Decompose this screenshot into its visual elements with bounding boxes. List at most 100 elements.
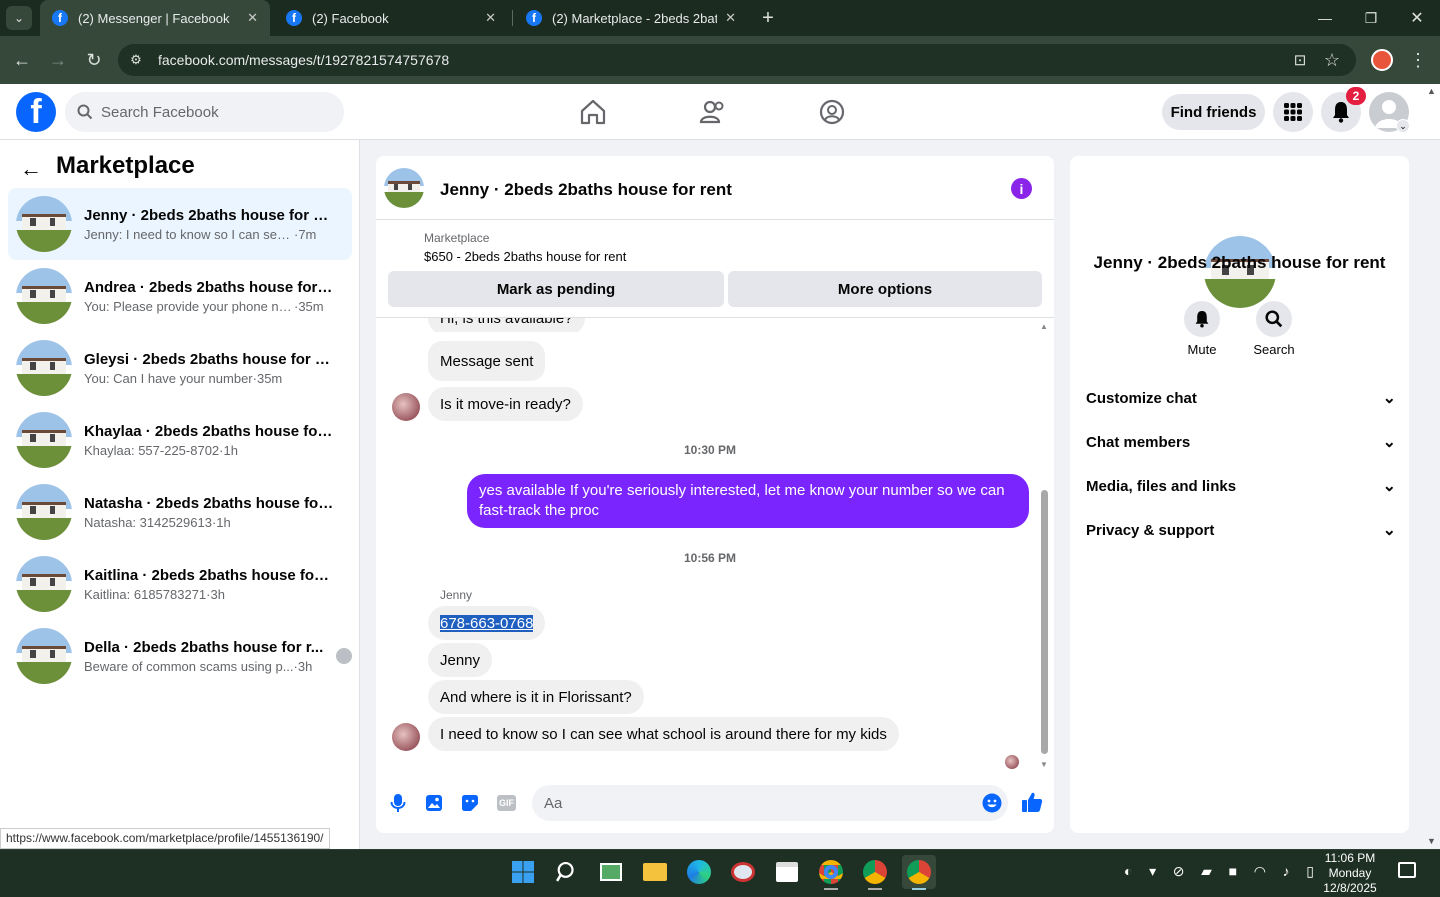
groups-icon[interactable] bbox=[817, 97, 847, 127]
tray-folder-icon[interactable]: ▰ bbox=[1201, 863, 1212, 880]
tab-divider bbox=[512, 10, 513, 26]
search-input[interactable]: Search Facebook bbox=[65, 92, 344, 132]
conversation-time: ·35m bbox=[294, 298, 324, 314]
tab-facebook[interactable]: f (2) Facebook ✕ bbox=[274, 0, 508, 36]
sender-avatar[interactable] bbox=[392, 393, 420, 421]
tab-marketplace[interactable]: f (2) Marketplace - 2beds 2baths ✕ bbox=[514, 0, 748, 36]
tray-app-icon[interactable]: ◐ bbox=[1124, 863, 1132, 880]
photo-icon[interactable] bbox=[425, 794, 443, 812]
message-input[interactable]: Aa bbox=[532, 785, 1008, 821]
search-chat-button[interactable] bbox=[1256, 301, 1292, 337]
message-bubble[interactable]: 678-663-0768 bbox=[428, 606, 546, 640]
friends-icon[interactable] bbox=[698, 97, 728, 127]
chrome-icon[interactable] bbox=[816, 857, 846, 887]
store-icon[interactable] bbox=[772, 857, 802, 887]
menu-button[interactable] bbox=[1273, 92, 1313, 132]
close-tab-icon[interactable]: ✕ bbox=[725, 10, 736, 26]
tray-shield-icon[interactable]: ▾ bbox=[1149, 863, 1156, 880]
close-window-icon[interactable]: ✕ bbox=[1404, 6, 1430, 30]
chevron-down-icon: ⌄ bbox=[1382, 434, 1396, 451]
tab-search-icon[interactable]: ⌄ bbox=[6, 6, 32, 30]
more-options-button[interactable]: More options bbox=[728, 271, 1042, 307]
bookmark-star-icon[interactable]: ☆ bbox=[1320, 48, 1344, 72]
back-icon[interactable]: ← bbox=[10, 48, 34, 72]
conversation-item[interactable]: Jenny · 2beds 2baths house for rent Jenny… bbox=[8, 188, 352, 260]
new-tab-icon[interactable]: + bbox=[756, 6, 780, 30]
chat-avatar[interactable] bbox=[384, 168, 424, 208]
chrome-menu-icon[interactable]: ⋮ bbox=[1406, 48, 1430, 72]
info-icon[interactable]: i bbox=[1011, 178, 1032, 199]
file-explorer-icon[interactable] bbox=[640, 857, 670, 887]
paint-app-icon[interactable] bbox=[728, 857, 758, 887]
message-bubble[interactable]: Message sent bbox=[428, 341, 546, 381]
close-tab-icon[interactable]: ✕ bbox=[485, 10, 496, 26]
page-scroll-up-icon[interactable]: ▲ bbox=[1427, 86, 1436, 96]
forward-icon[interactable]: → bbox=[46, 48, 70, 72]
gif-icon[interactable]: GIF bbox=[497, 795, 516, 811]
start-windows-icon[interactable] bbox=[508, 857, 538, 887]
scroll-up-icon[interactable]: ▲ bbox=[1040, 322, 1049, 331]
chat-title[interactable]: Jenny · 2beds 2baths house for rent bbox=[440, 180, 732, 200]
conversation-item[interactable]: Kaitlina · 2beds 2baths house for r... Ka… bbox=[8, 548, 352, 620]
reload-icon[interactable]: ↻ bbox=[82, 48, 106, 72]
tray-network-off-icon[interactable]: ⊘ bbox=[1173, 863, 1185, 880]
chevron-down-icon: ⌄ bbox=[1382, 478, 1396, 495]
install-app-icon[interactable]: ⊡ bbox=[1288, 48, 1312, 72]
message-bubble[interactable]: And where is it in Florissant? bbox=[428, 680, 644, 714]
conversation-item[interactable]: Della · 2beds 2baths house for r... Bewar… bbox=[8, 620, 352, 692]
task-view-icon[interactable] bbox=[596, 857, 626, 887]
my-message-bubble[interactable]: yes available If you're seriously intere… bbox=[467, 474, 1029, 528]
chevron-down-icon[interactable]: ⌄ bbox=[1396, 119, 1410, 133]
tray-app2-icon[interactable]: ■ bbox=[1229, 863, 1237, 880]
facebook-logo-icon[interactable]: f bbox=[16, 92, 56, 132]
mute-button[interactable] bbox=[1184, 301, 1220, 337]
scrollbar-thumb[interactable] bbox=[1041, 490, 1048, 754]
back-arrow-icon[interactable]: ← bbox=[20, 156, 42, 182]
find-friends-button[interactable]: Find friends bbox=[1162, 94, 1265, 130]
wifi-icon[interactable]: ◠ bbox=[1254, 863, 1266, 880]
volume-icon[interactable]: ♪ bbox=[1283, 863, 1290, 880]
listing-title[interactable]: $650 - 2beds 2baths house for rent bbox=[424, 249, 626, 264]
search-icon bbox=[77, 104, 93, 120]
message-bubble[interactable]: Is it move-in ready? bbox=[428, 387, 583, 421]
message-bubble[interactable]: I need to know so I can see what school … bbox=[428, 717, 899, 751]
media-files-section[interactable]: Media, files and links ⌄ bbox=[1086, 471, 1396, 501]
taskbar-search-icon[interactable] bbox=[552, 857, 582, 887]
customize-chat-section[interactable]: Customize chat ⌄ bbox=[1086, 383, 1396, 413]
site-info-icon[interactable]: ⚙ bbox=[126, 50, 146, 70]
page-scroll-down-icon[interactable]: ▼ bbox=[1427, 836, 1436, 846]
sticker-icon[interactable] bbox=[461, 794, 479, 812]
conversation-item[interactable]: Gleysi · 2beds 2baths house for rent You:… bbox=[8, 332, 352, 404]
section-label: Privacy & support bbox=[1086, 521, 1215, 539]
minimize-icon[interactable]: — bbox=[1312, 6, 1338, 30]
emoji-icon[interactable] bbox=[982, 793, 1002, 813]
message-bubble[interactable]: Jenny bbox=[428, 643, 493, 677]
conversation-item[interactable]: Andrea · 2beds 2baths house for r... You:… bbox=[8, 260, 352, 332]
message-bubble[interactable]: Hi, is this available? bbox=[428, 318, 585, 332]
system-clock[interactable]: 11:06 PM Monday 12/8/2025 bbox=[1320, 851, 1380, 896]
close-tab-icon[interactable]: ✕ bbox=[247, 10, 258, 26]
conversation-item[interactable]: Natasha · 2beds 2baths house for ... Nata… bbox=[8, 476, 352, 548]
chrome-profile-icon[interactable] bbox=[860, 857, 890, 887]
sender-avatar[interactable] bbox=[392, 723, 420, 751]
running-indicator bbox=[912, 888, 926, 890]
microphone-icon[interactable] bbox=[390, 793, 406, 813]
phone-link[interactable]: 678-663-0768 bbox=[440, 614, 534, 632]
edge-icon[interactable] bbox=[684, 857, 714, 887]
notification-center-icon[interactable] bbox=[1398, 862, 1416, 878]
chat-members-section[interactable]: Chat members ⌄ bbox=[1086, 427, 1396, 457]
restore-icon[interactable]: ❐ bbox=[1358, 6, 1384, 30]
chrome-active-icon[interactable] bbox=[902, 855, 936, 889]
tab-messenger[interactable]: f (2) Messenger | Facebook ✕ bbox=[40, 0, 270, 36]
thumbs-up-icon[interactable] bbox=[1021, 791, 1043, 813]
conversation-item[interactable]: Khaylaa · 2beds 2baths house for r... Kha… bbox=[8, 404, 352, 476]
mark-pending-button[interactable]: Mark as pending bbox=[388, 271, 724, 307]
privacy-support-section[interactable]: Privacy & support ⌄ bbox=[1086, 515, 1396, 545]
battery-icon[interactable]: ▯ bbox=[1306, 863, 1314, 880]
profile-icon[interactable] bbox=[1371, 49, 1393, 71]
home-icon[interactable] bbox=[578, 97, 608, 127]
system-tray[interactable]: ◐ ▾ ⊘ ▰ ■ ◠ ♪ ▯ bbox=[1124, 863, 1314, 880]
conversation-preview: Natasha: 3142529613 bbox=[84, 514, 212, 530]
address-bar[interactable]: facebook.com/messages/t/1927821574757678 bbox=[118, 44, 1356, 76]
scroll-down-icon[interactable]: ▼ bbox=[1040, 760, 1049, 769]
